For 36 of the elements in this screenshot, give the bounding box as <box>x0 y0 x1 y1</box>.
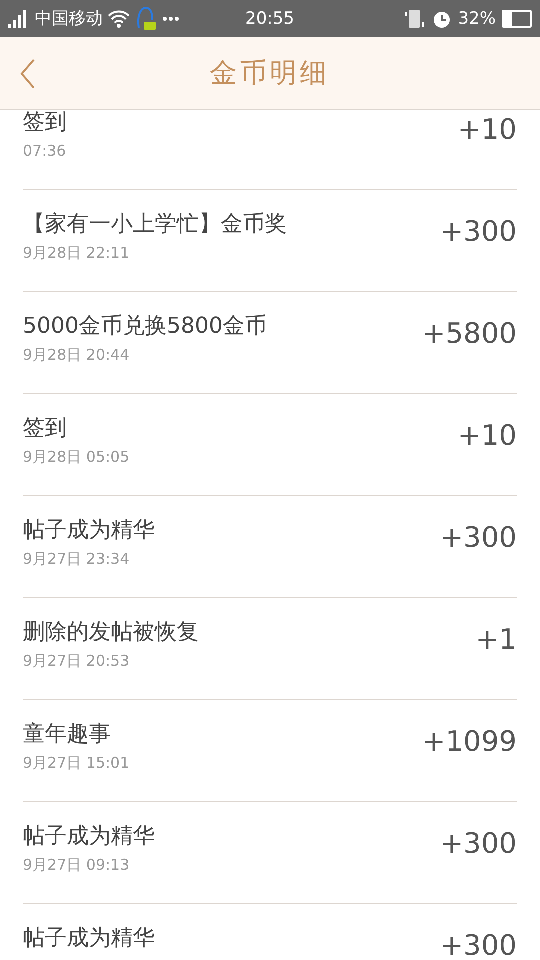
record-time: 9月27日 09:13 <box>23 855 131 875</box>
clock-time: 20:55 <box>244 8 296 28</box>
battery-percent: 32% <box>458 8 496 28</box>
coin-amount: +1099 <box>422 724 517 758</box>
more-icon <box>162 16 180 22</box>
record-time: 9月27日 20:53 <box>23 651 131 671</box>
record-title: 删除的发帖被恢复 <box>23 619 199 647</box>
record-time: 9月28日 22:11 <box>23 243 131 263</box>
coin-amount: +300 <box>440 826 517 860</box>
record-title: 签到 <box>23 110 67 137</box>
coin-amount: +1 <box>476 622 517 656</box>
record-title: 5000金币兑换5800金币 <box>23 313 267 341</box>
carrier-name: 中国移动 <box>35 8 103 30</box>
coin-amount: +300 <box>440 520 517 554</box>
back-icon <box>20 59 36 89</box>
battery-icon <box>502 10 532 28</box>
record-time: 07:36 <box>23 141 67 161</box>
vibrate-icon <box>404 8 426 28</box>
chat-app-icon <box>135 6 157 32</box>
record-title: 帖子成为精华 <box>23 517 155 545</box>
record-time: 9月27日 15:01 <box>23 753 130 773</box>
coin-amount: +10 <box>458 418 517 452</box>
record-time: 9月27日 23:34 <box>23 549 131 569</box>
record-time: 9月28日 20:44 <box>23 345 131 365</box>
page-title: 金币明细 <box>210 57 330 91</box>
coin-amount: +10 <box>458 112 517 146</box>
coin-amount: +300 <box>440 214 517 248</box>
record-title: 帖子成为精华 <box>23 925 155 953</box>
record-title: 帖子成为精华 <box>23 823 155 851</box>
coin-amount: +300 <box>440 928 517 960</box>
record-title: 【家有一小上学忙】金币奖 <box>23 211 287 239</box>
record-time: 9月28日 05:05 <box>23 447 130 467</box>
record-title: 签到 <box>23 415 68 443</box>
coin-amount: +5800 <box>422 316 517 350</box>
record-title: 童年趣事 <box>23 721 112 749</box>
wifi-icon <box>108 10 130 28</box>
